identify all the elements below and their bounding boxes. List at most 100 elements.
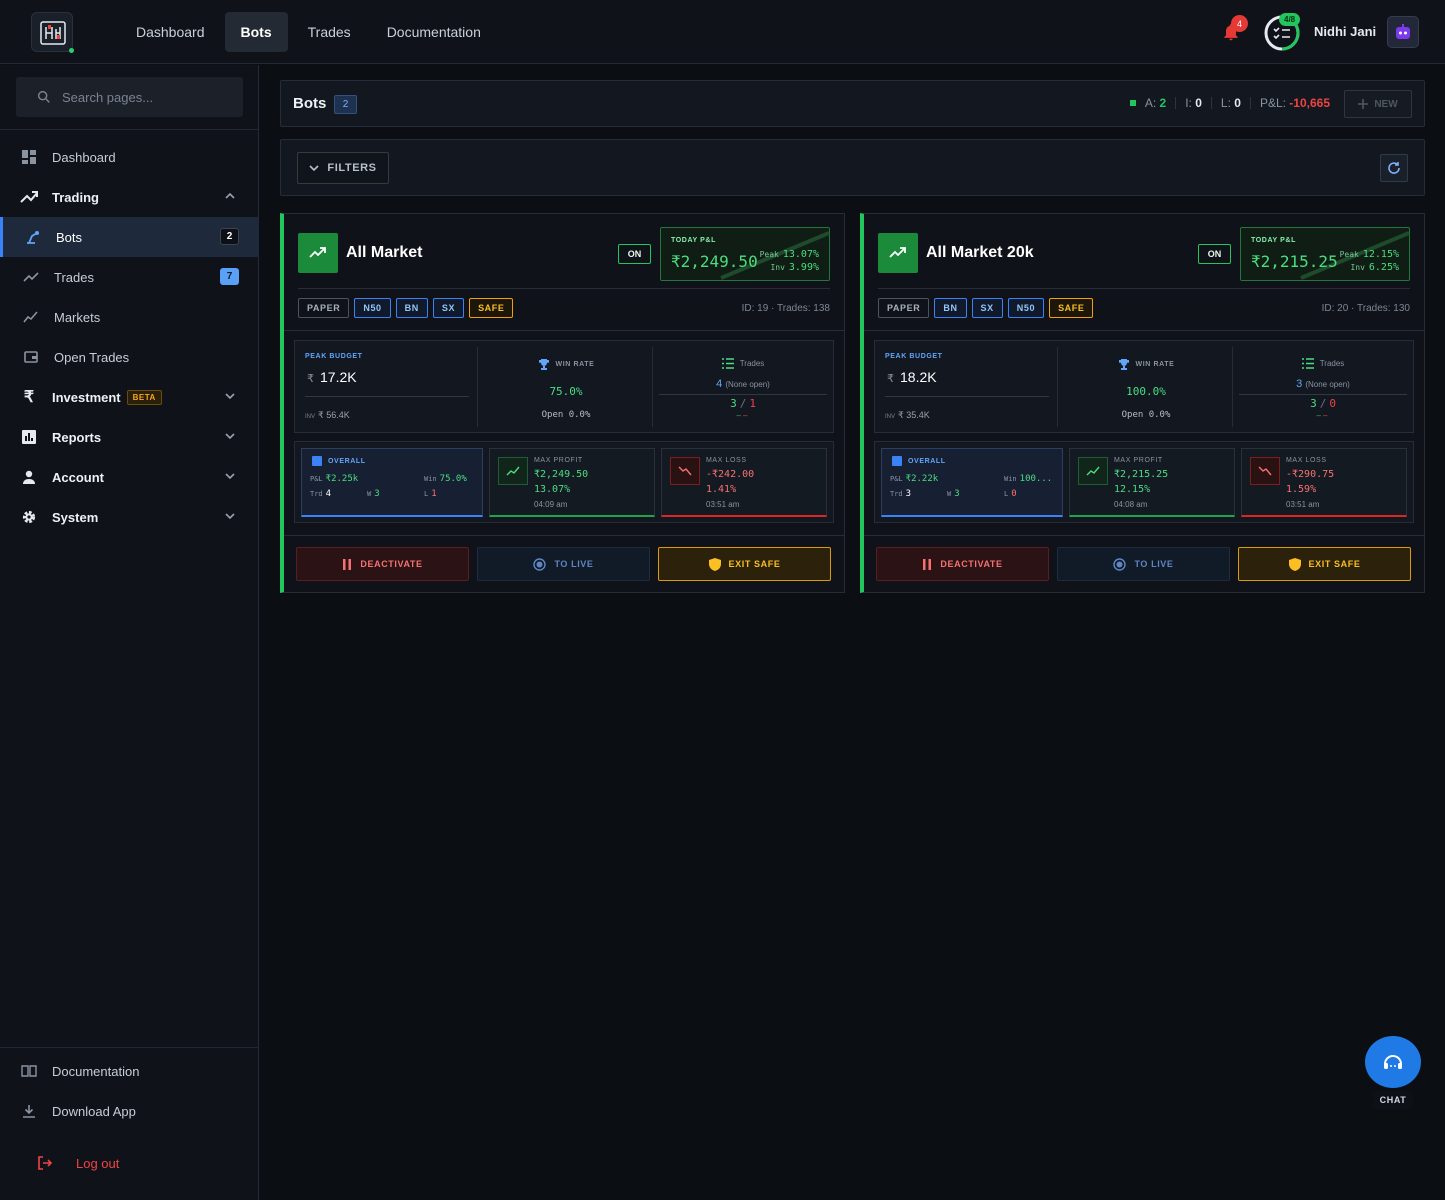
user-name[interactable]: Nidhi Jani (1314, 24, 1376, 39)
peak-row: Peak 13.07% (760, 248, 819, 261)
overall-pnl: P&L ₹2.25k (310, 474, 359, 484)
sidebar-group-investment[interactable]: ₹ Investment BETA (0, 377, 259, 417)
overall-losses-value: 0 (1011, 489, 1017, 499)
wins: 3 (730, 397, 737, 410)
exit-safe-button[interactable]: EXIT SAFE (1238, 547, 1411, 581)
sidebar-item-label: Open Trades (54, 349, 130, 365)
inv-label: Inv (1350, 263, 1365, 272)
tag-list: PAPER N50 BN SX SAFE (298, 298, 514, 318)
sidebar-item-bots[interactable]: Bots 2 (0, 217, 259, 257)
bot-name[interactable]: All Market (346, 244, 422, 262)
bot-trades-total: Trades: 130 (1357, 303, 1410, 314)
sidebar-item-documentation[interactable]: Documentation (0, 1051, 259, 1091)
trophy-icon (538, 359, 549, 370)
search-input[interactable]: Search pages... (16, 77, 243, 117)
tag-paper: PAPER (878, 298, 930, 318)
divider (1210, 97, 1212, 109)
max-profit-time: 04:09 am (534, 500, 568, 509)
trades-stat: Trades 3 (None open) 3/0 –– (1235, 347, 1411, 427)
peak-budget-value-row: ₹18.2K (887, 369, 937, 385)
bot-name[interactable]: All Market 20k (926, 244, 1034, 262)
nav-documentation[interactable]: Documentation (371, 12, 497, 52)
overall-trades-value: 3 (905, 489, 912, 499)
divider (878, 288, 1410, 289)
max-loss-pct: 1.41% (706, 484, 737, 495)
chevron-down-icon (225, 391, 235, 401)
search-placeholder: Search pages... (62, 89, 154, 105)
sidebar-group-label: Trading (52, 189, 99, 205)
sidebar: Search pages... Dashboard Trading Bots 2… (0, 65, 259, 1200)
inactive-label: I: (1185, 96, 1192, 110)
download-icon (20, 1102, 38, 1120)
to-live-label: TO LIVE (1134, 559, 1174, 569)
refresh-button[interactable] (1380, 154, 1408, 182)
status-badge[interactable]: ON (1198, 244, 1231, 264)
to-live-button[interactable]: TO LIVE (477, 547, 650, 581)
deactivate-button[interactable]: DEACTIVATE (876, 547, 1049, 581)
bots-count-badge: 2 (334, 95, 357, 114)
peak-budget-label: PEAK BUDGET (885, 353, 943, 360)
exit-safe-button[interactable]: EXIT SAFE (658, 547, 831, 581)
overall-losses-value: 1 (431, 489, 437, 499)
active-stat: A: 2 (1145, 96, 1166, 110)
chevron-up-icon (225, 191, 235, 201)
trending-up-icon (22, 268, 40, 286)
filters-label: FILTERS (327, 162, 377, 174)
win-rate-label-row: WIN RATE (478, 358, 654, 370)
sidebar-group-reports[interactable]: Reports (0, 417, 259, 457)
new-bot-button[interactable]: NEW (1344, 90, 1412, 118)
inv-row: Inv 3.99% (760, 261, 819, 274)
filters-button[interactable]: FILTERS (297, 152, 389, 184)
bots-header: Bots 2 A: 2 I: 0 L: 0 P&L: -10,665 NEW (280, 80, 1425, 127)
nav-trades[interactable]: Trades (292, 12, 367, 52)
peak-inv: Peak 12.15% Inv 6.25% (1340, 248, 1399, 274)
losses: 1 (749, 397, 756, 410)
sidebar-item-markets[interactable]: Markets (0, 297, 259, 337)
exit-safe-label: EXIT SAFE (728, 559, 781, 569)
refresh-icon (1388, 162, 1400, 174)
bot-id: ID: 19 (741, 303, 769, 314)
avatar[interactable] (1387, 16, 1419, 48)
wallet-icon (22, 348, 40, 366)
chat-button[interactable] (1365, 1036, 1421, 1088)
nav-bots[interactable]: Bots (224, 12, 288, 52)
losses: 0 (1329, 397, 1336, 410)
trades-label: Trades (1319, 359, 1345, 368)
overall-losses: L1 (424, 489, 437, 499)
active-dot-icon (1129, 100, 1136, 106)
to-live-button[interactable]: TO LIVE (1057, 547, 1230, 581)
overall-label: OVERALL (908, 457, 946, 465)
pnl-label: P&L: (1259, 96, 1286, 110)
bot-actions: DEACTIVATE TO LIVE EXIT SAFE (296, 547, 832, 581)
rupee-icon: ₹ (307, 373, 314, 385)
trades-count: 4 (716, 378, 723, 390)
search-icon (37, 90, 50, 103)
sidebar-item-download-app[interactable]: Download App (0, 1091, 259, 1131)
overall-wins: W3 (367, 489, 380, 499)
sidebar-group-account[interactable]: Account (0, 457, 259, 497)
live-label: L: (1220, 96, 1231, 110)
overall-label: OVERALL (328, 457, 366, 465)
logout-button[interactable]: Log out (0, 1143, 259, 1183)
app-logo[interactable] (31, 12, 73, 52)
nav-dashboard[interactable]: Dashboard (120, 12, 221, 52)
divider (885, 396, 1049, 397)
trending-down-icon (1250, 457, 1280, 485)
inv-value: 6.25% (1368, 262, 1399, 273)
sidebar-item-dashboard[interactable]: Dashboard (0, 137, 259, 177)
bots-count-badge: 2 (220, 228, 239, 245)
sidebar-item-trades[interactable]: Trades 7 (0, 257, 259, 297)
sidebar-item-label: Trades (54, 269, 94, 285)
sidebar-group-system[interactable]: System (0, 497, 259, 537)
sidebar-item-open-trades[interactable]: Open Trades (0, 337, 259, 377)
slash: / (1319, 397, 1327, 410)
deactivate-button[interactable]: DEACTIVATE (296, 547, 469, 581)
status-badge[interactable]: ON (618, 244, 651, 264)
max-loss-card: MAX LOSS -₹290.75 1.59% 03:51 am (1241, 448, 1407, 517)
peak-label: Peak (759, 250, 779, 259)
overall-wins-value: 3 (954, 489, 960, 499)
invested-value: ₹ 35.4K (898, 410, 930, 420)
sidebar-group-trading[interactable]: Trading (0, 177, 259, 217)
new-bot-label: NEW (1374, 98, 1398, 110)
pnl-stat: P&L: -10,665 (1260, 96, 1330, 110)
